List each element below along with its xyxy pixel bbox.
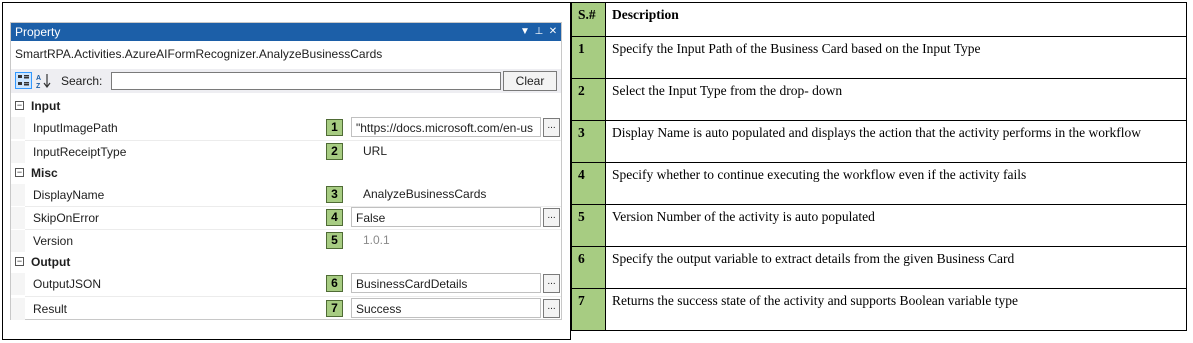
row-gutter <box>11 141 25 163</box>
category-label: Output <box>31 255 71 269</box>
row-number: 2 <box>571 78 606 121</box>
table-row: 5 Version Number of the activity is auto… <box>571 204 1187 247</box>
categorized-view-button[interactable] <box>15 72 32 89</box>
property-name: Version <box>33 234 74 248</box>
property-value: 1.0.1 <box>363 233 390 247</box>
row-gutter <box>11 273 25 295</box>
svg-text:A: A <box>36 75 41 82</box>
table-header-row: S.# Description <box>571 2 1187 37</box>
property-row-skiponerror[interactable]: SkipOnError 4 False ... <box>11 207 561 229</box>
row-gutter <box>11 207 25 229</box>
collapse-icon[interactable]: − <box>15 101 24 110</box>
header-description: Description <box>605 2 1187 37</box>
description-table: S.# Description 1 Specify the Input Path… <box>571 2 1187 331</box>
category-label: Input <box>31 99 61 113</box>
search-label: Search: <box>61 74 103 88</box>
callout-badge: 2 <box>326 143 343 160</box>
callout-badge: 1 <box>326 119 343 136</box>
callout-badge: 4 <box>326 209 343 226</box>
row-description: Display Name is auto populated and displ… <box>605 120 1187 163</box>
row-description: Version Number of the activity is auto p… <box>605 204 1187 247</box>
ellipsis-button[interactable]: ... <box>543 299 560 318</box>
ellipsis-button[interactable]: ... <box>543 274 560 293</box>
property-name: Result <box>33 302 68 316</box>
row-gutter <box>11 298 25 320</box>
property-row-outputjson[interactable]: OutputJSON 6 BusinessCardDetails ... <box>11 273 561 295</box>
category-output[interactable]: − Output <box>11 253 561 271</box>
collapse-icon[interactable]: − <box>15 168 24 177</box>
clear-button[interactable]: Clear <box>503 71 557 91</box>
table-row: 1 Specify the Input Path of the Business… <box>571 36 1187 79</box>
ellipsis-button[interactable]: ... <box>543 208 560 227</box>
property-name: InputReceiptType <box>33 145 127 159</box>
property-value-field[interactable]: False <box>351 207 541 227</box>
categorized-icon <box>18 75 29 86</box>
pin-icon[interactable]: ⊥ <box>533 23 545 41</box>
property-value[interactable]: AnalyzeBusinessCards <box>363 184 553 204</box>
row-number: 4 <box>571 162 606 205</box>
row-description: Specify the Input Path of the Business C… <box>605 36 1187 79</box>
row-gutter <box>11 230 25 252</box>
property-name: SkipOnError <box>33 211 100 225</box>
property-title-bar: Property ▼ ⊥ ✕ <box>11 23 561 41</box>
row-gutter <box>11 184 25 206</box>
close-icon[interactable]: ✕ <box>547 23 559 41</box>
property-panel: Property ▼ ⊥ ✕ SmartRPA.Activities.Azure… <box>10 22 562 320</box>
row-number: 6 <box>571 246 606 289</box>
collapse-icon[interactable]: − <box>15 257 24 266</box>
property-grid: − Input InputImagePath 1 "https://docs.m… <box>11 95 561 320</box>
row-number: 5 <box>571 204 606 247</box>
alphabetical-view-button[interactable]: A Z <box>35 72 52 90</box>
callout-badge: 5 <box>326 232 343 249</box>
callout-badge: 3 <box>326 186 343 203</box>
svg-text:Z: Z <box>36 83 41 89</box>
property-name: InputImagePath <box>33 121 118 135</box>
callout-badge: 6 <box>326 275 343 292</box>
property-value-field[interactable]: Success <box>351 298 541 318</box>
table-row: 6 Specify the output variable to extract… <box>571 246 1187 289</box>
ellipsis-button[interactable]: ... <box>543 118 560 137</box>
category-input[interactable]: − Input <box>11 97 561 115</box>
property-value-field[interactable]: "https://docs.microsoft.com/en-us <box>351 117 541 137</box>
callout-badge: 7 <box>326 300 343 317</box>
row-number: 3 <box>571 120 606 163</box>
header-sn: S.# <box>571 2 606 37</box>
dropdown-icon[interactable]: ▼ <box>519 23 531 41</box>
row-gutter <box>11 117 25 139</box>
property-value[interactable]: URL <box>363 141 553 161</box>
table-row: 4 Specify whether to continue executing … <box>571 162 1187 205</box>
property-value-field[interactable]: BusinessCardDetails <box>351 273 541 293</box>
property-row-inputimagepath[interactable]: InputImagePath 1 "https://docs.microsoft… <box>11 117 561 139</box>
row-description: Select the Input Type from the drop- dow… <box>605 78 1187 121</box>
table-row: 2 Select the Input Type from the drop- d… <box>571 78 1187 121</box>
property-name: DisplayName <box>33 188 105 202</box>
panel-title: Property <box>15 25 61 39</box>
property-toolbar: A Z Search: Clear <box>11 69 561 93</box>
sort-az-icon: A Z <box>36 74 51 90</box>
row-description: Specify whether to continue executing th… <box>605 162 1187 205</box>
table-row: 3 Display Name is auto populated and dis… <box>571 120 1187 163</box>
row-number: 1 <box>571 36 606 79</box>
row-number: 7 <box>571 288 606 331</box>
category-misc[interactable]: − Misc <box>11 164 561 182</box>
property-row-result[interactable]: Result 7 Success ... <box>11 298 561 320</box>
activity-type-name: SmartRPA.Activities.AzureAIFormRecognize… <box>15 47 383 61</box>
row-description: Returns the success state of the activit… <box>605 288 1187 331</box>
property-name: OutputJSON <box>33 277 102 291</box>
property-row-version[interactable]: Version 5 1.0.1 <box>11 230 561 252</box>
property-row-inputreceipttype[interactable]: InputReceiptType 2 URL <box>11 141 561 163</box>
property-row-displayname[interactable]: DisplayName 3 AnalyzeBusinessCards <box>11 184 561 206</box>
table-row: 7 Returns the success state of the activ… <box>571 288 1187 331</box>
row-divider <box>25 296 561 297</box>
search-input[interactable] <box>111 72 501 90</box>
row-description: Specify the output variable to extract d… <box>605 246 1187 289</box>
category-label: Misc <box>31 166 58 180</box>
